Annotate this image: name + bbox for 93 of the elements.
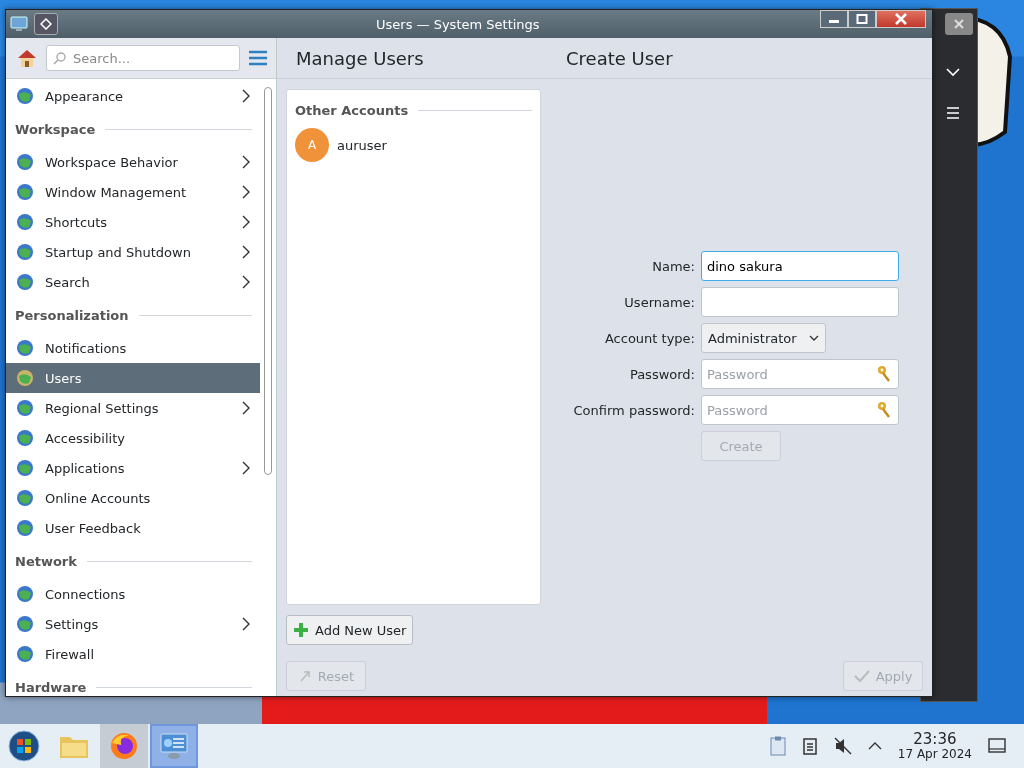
category-icon xyxy=(15,428,35,448)
section-header: Other Accounts xyxy=(295,102,409,118)
chevron-right-icon xyxy=(242,461,250,475)
sidebar-item[interactable]: User Feedback xyxy=(6,513,260,543)
plus-icon xyxy=(293,622,309,638)
category-icon xyxy=(15,86,35,106)
add-user-button[interactable]: Add New User xyxy=(286,615,414,645)
close-button[interactable] xyxy=(876,10,926,28)
maximize-button[interactable] xyxy=(848,10,876,28)
chevron-right-icon xyxy=(242,89,250,103)
category-icon xyxy=(15,368,35,388)
taskbar-button[interactable] xyxy=(100,724,148,768)
checkmark-icon xyxy=(853,669,870,683)
chevron-right-icon xyxy=(242,185,250,199)
category-icon xyxy=(15,518,35,538)
category-icon xyxy=(15,242,35,262)
sidebar-item[interactable]: Users xyxy=(6,363,260,393)
keep-above-button[interactable] xyxy=(34,13,58,35)
sidebar-item[interactable]: Notifications xyxy=(6,333,260,363)
diamond-icon xyxy=(40,18,52,30)
browser-icon xyxy=(109,731,139,761)
category-icon xyxy=(15,488,35,508)
category-icon xyxy=(15,644,35,664)
monitor-icon xyxy=(159,732,189,760)
clock-date[interactable]: 17 Apr 2024 xyxy=(897,747,972,761)
maximize-icon xyxy=(856,14,868,24)
sidebar-item[interactable]: Search xyxy=(6,267,260,297)
password-field[interactable]: Password xyxy=(701,359,899,389)
page-title: Manage Users xyxy=(296,47,425,69)
category-icon xyxy=(15,212,35,232)
category-icon xyxy=(15,152,35,172)
field-label: Name: xyxy=(651,258,695,274)
field-label: Username: xyxy=(623,294,695,310)
sidebar-item[interactable]: Accessibility xyxy=(6,423,260,453)
close-icon[interactable] xyxy=(945,13,973,35)
input-field[interactable]: dino sakura xyxy=(701,251,899,281)
field-label: Password: xyxy=(628,366,695,382)
close-icon xyxy=(894,13,908,25)
chevron-right-icon xyxy=(242,275,250,289)
account-type-dropdown[interactable]: Administrator xyxy=(701,323,826,353)
scrollbar[interactable] xyxy=(264,87,272,475)
chevron-right-icon xyxy=(242,155,250,169)
category-icon xyxy=(15,338,35,358)
field-label: Account type: xyxy=(603,330,695,346)
key-icon[interactable] xyxy=(876,401,892,419)
sidebar-item[interactable]: Settings xyxy=(6,609,260,639)
sidebar-item[interactable]: Workspace Behavior xyxy=(6,147,260,177)
section-header: Personalization xyxy=(15,307,129,323)
chevron-right-icon xyxy=(242,401,250,415)
chevron-up-icon[interactable] xyxy=(867,741,882,751)
muted-speaker-icon[interactable] xyxy=(833,737,852,755)
sidebar-item[interactable]: Shortcuts xyxy=(6,207,260,237)
field-label: Confirm password: xyxy=(573,402,695,418)
clipboard-icon[interactable] xyxy=(769,736,786,756)
clock-time[interactable]: 23:36 xyxy=(913,731,957,748)
chevron-down-icon xyxy=(808,335,819,341)
key-icon[interactable] xyxy=(876,365,892,383)
sidebar-item[interactable]: Firewall xyxy=(6,639,260,669)
window-title: Users — System Settings xyxy=(376,16,540,32)
sidebar-item[interactable]: Startup and Shutdown xyxy=(6,237,260,267)
page-title: Create User xyxy=(566,47,673,69)
search-field[interactable]: Search... xyxy=(46,45,240,71)
sidebar-item[interactable]: Appearance xyxy=(6,81,260,111)
sidebar-item[interactable]: Regional Settings xyxy=(6,393,260,423)
chevron-down-icon[interactable] xyxy=(946,67,960,77)
input-field[interactable] xyxy=(701,287,899,317)
user-item[interactable]: A auruser xyxy=(287,130,540,160)
show-desktop-icon[interactable] xyxy=(988,738,1006,754)
search-icon xyxy=(53,51,67,65)
undo-icon xyxy=(297,669,312,683)
section-header: Network xyxy=(15,553,77,569)
category-icon xyxy=(15,614,35,634)
category-icon xyxy=(15,398,35,418)
category-icon xyxy=(15,458,35,478)
password-field[interactable]: Password xyxy=(701,395,899,425)
home-icon[interactable] xyxy=(16,47,38,69)
section-header: Hardware xyxy=(15,679,87,695)
sidebar-item[interactable]: Online Accounts xyxy=(6,483,260,513)
monitor-icon[interactable] xyxy=(10,16,28,32)
chevron-right-icon xyxy=(242,617,250,631)
minimize-button[interactable] xyxy=(820,10,848,28)
notes-icon[interactable] xyxy=(801,737,818,755)
section-header: Workspace xyxy=(15,121,96,137)
sidebar-item[interactable]: Window Management xyxy=(6,177,260,207)
sidebar-item[interactable]: Applications xyxy=(6,453,260,483)
category-icon xyxy=(15,272,35,292)
chevron-right-icon xyxy=(242,245,250,259)
sidebar-item[interactable]: Connections xyxy=(6,579,260,609)
avatar: A xyxy=(295,128,329,162)
category-icon xyxy=(15,182,35,202)
start-orb-icon xyxy=(8,730,40,762)
category-icon xyxy=(15,584,35,604)
chevron-right-icon xyxy=(242,215,250,229)
